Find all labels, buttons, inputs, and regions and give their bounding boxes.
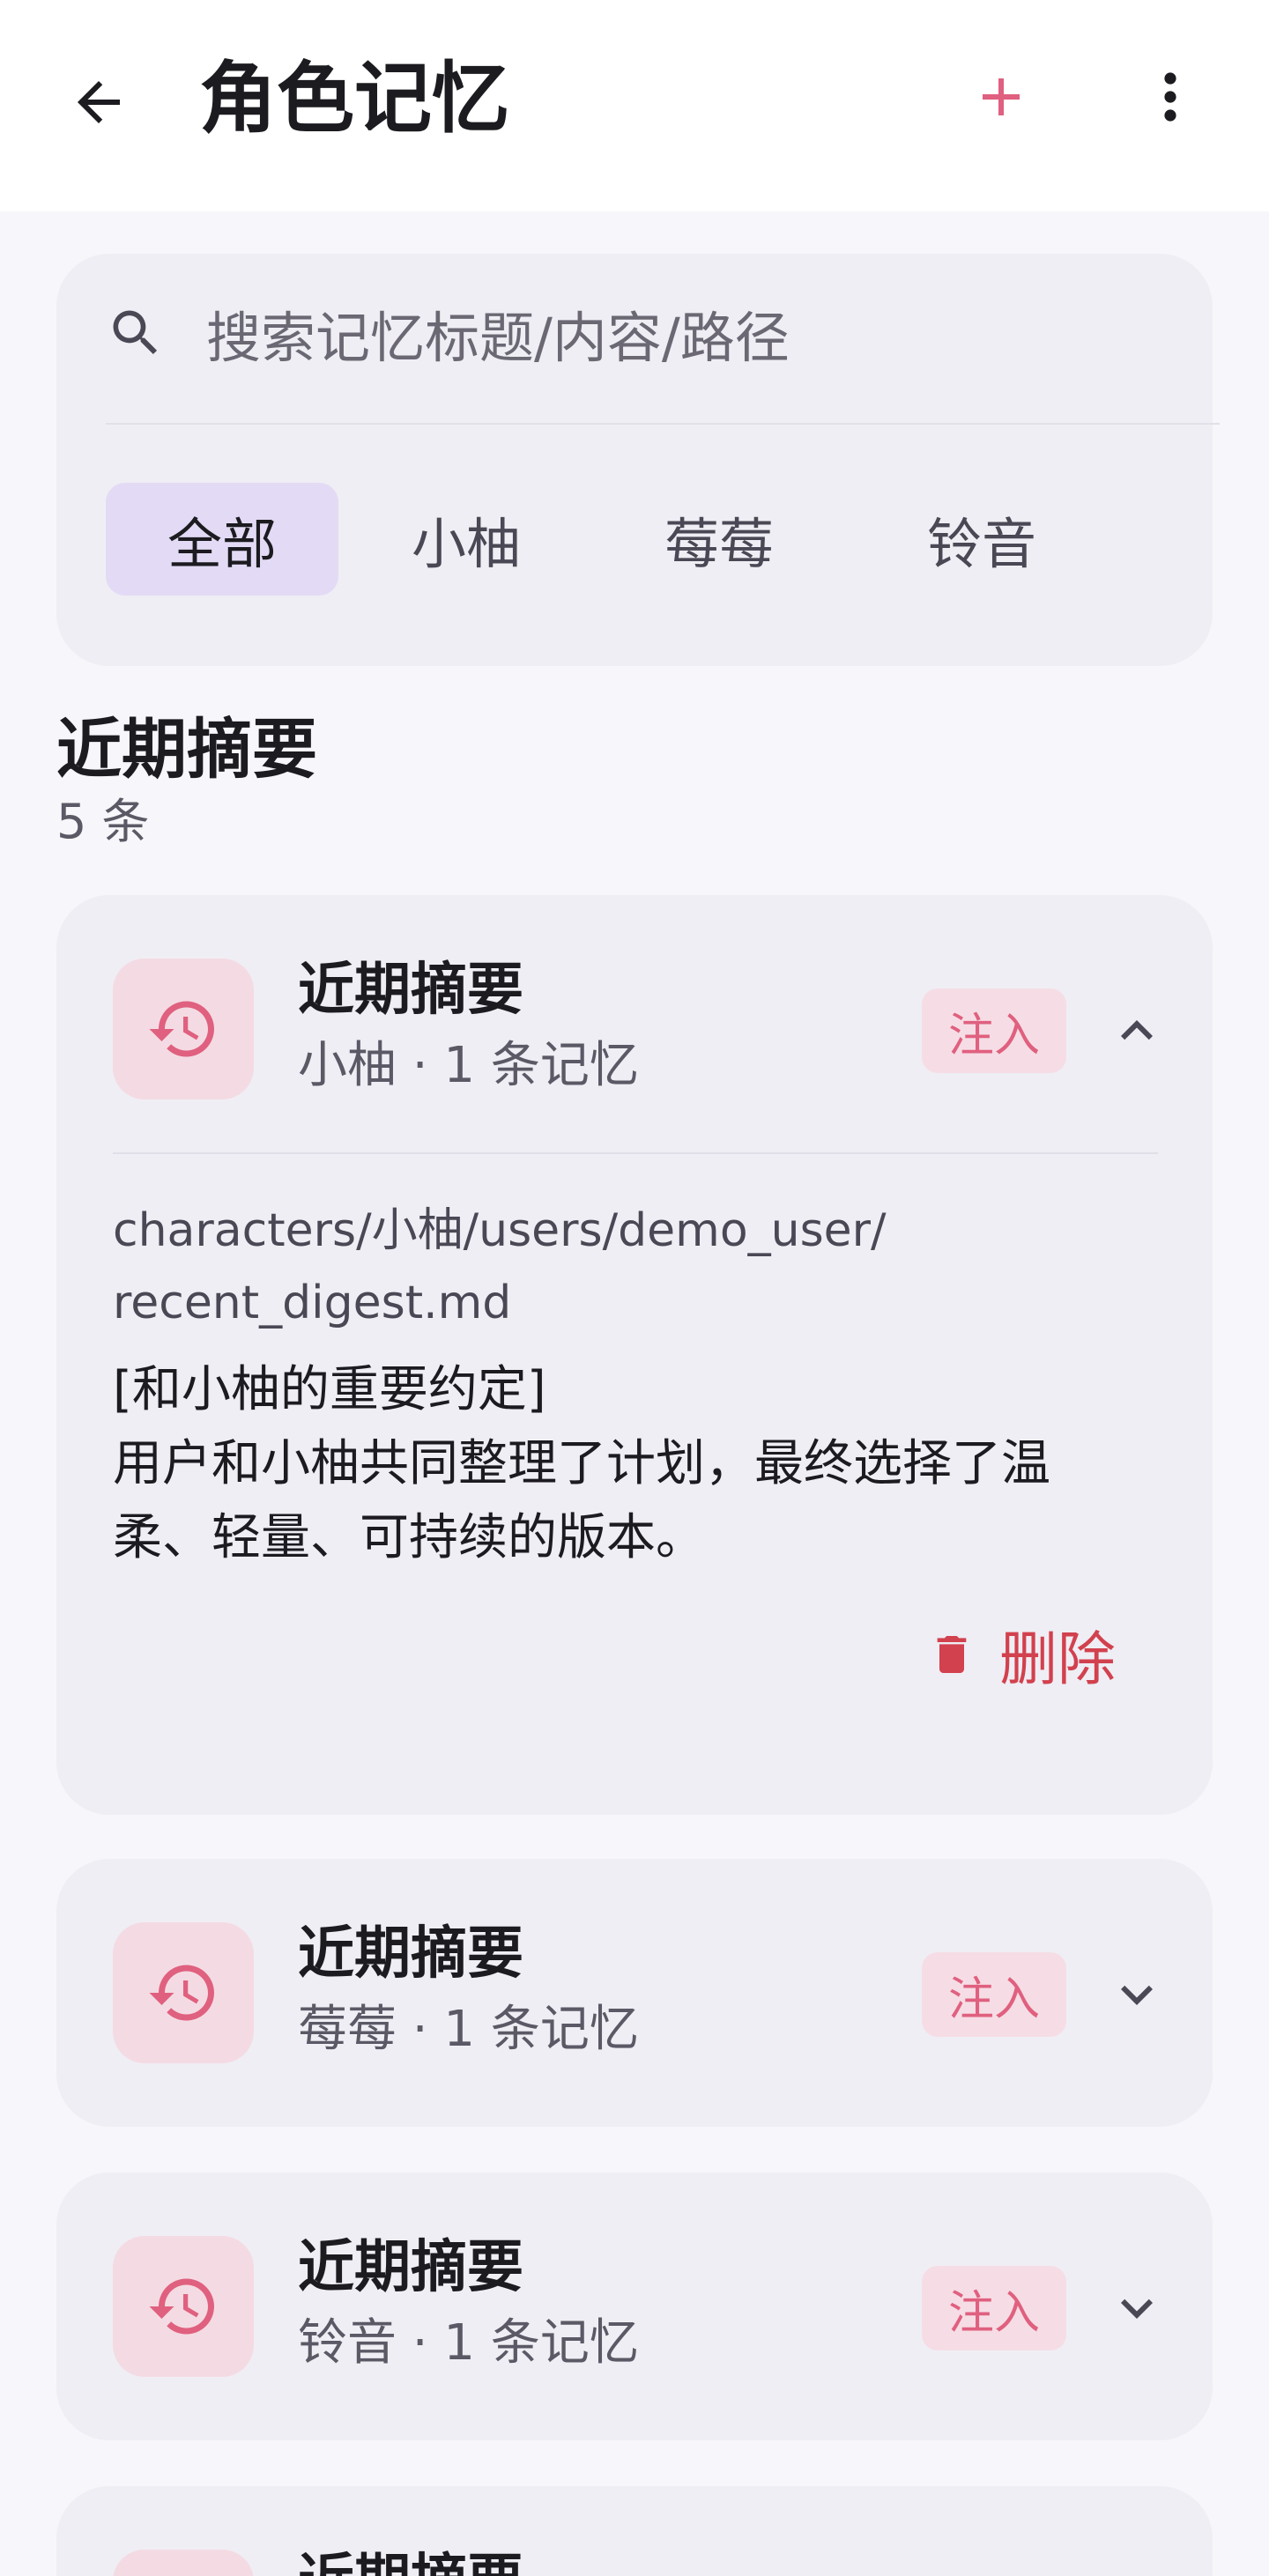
filter-chip-xiaoyou[interactable]: 小柚 — [374, 483, 559, 596]
delete-button[interactable]: 删除 — [927, 1610, 1116, 1699]
chevron-up-icon — [1121, 1020, 1153, 1040]
memory-title: 近期摘要 — [298, 2544, 523, 2576]
memory-subtitle: 莓莓 · 1 条记忆 — [298, 2001, 639, 2058]
memory-title: 近期摘要 — [298, 1921, 523, 1987]
expand-button[interactable] — [1105, 2276, 1169, 2340]
plus-icon — [983, 78, 1020, 115]
memory-title: 近期摘要 — [298, 958, 523, 1023]
memory-content-line: 柔、轻量、可持续的版本。 — [113, 1509, 705, 1566]
filter-chip-lingyin[interactable]: 铃音 — [876, 483, 1087, 596]
collapse-button[interactable] — [1105, 999, 1169, 1062]
trash-icon — [927, 1630, 976, 1679]
delete-label: 删除 — [999, 1625, 1116, 1693]
inject-badge[interactable]: 注入 — [922, 988, 1066, 1073]
section-title: 近期摘要 — [56, 712, 317, 788]
memory-subtitle: 小柚 · 1 条记忆 — [298, 1037, 639, 1094]
page-title: 角色记忆 — [199, 53, 510, 144]
memory-card[interactable]: 近期摘要 莓莓 · 1 条记忆 注入 — [56, 1859, 1213, 2127]
filter-chip-meimei[interactable]: 莓莓 — [613, 483, 825, 596]
more-options-button[interactable] — [1135, 62, 1206, 132]
memory-subtitle: 铃音 · 1 条记忆 — [298, 2314, 639, 2372]
inject-badge[interactable]: 注入 — [922, 2266, 1066, 2350]
add-button[interactable] — [966, 62, 1036, 132]
divider — [113, 1152, 1158, 1154]
search-filter-card: 搜索记忆标题/内容/路径 全部 小柚 莓莓 铃音 — [56, 254, 1220, 666]
history-icon — [149, 1001, 214, 1057]
chevron-down-icon — [1121, 1985, 1153, 2005]
memory-card[interactable]: 近期摘要 小柚 · 1 条记忆 注入 characters/小柚/users/d… — [56, 895, 1213, 1815]
memory-content-line: [和小柚的重要约定] — [113, 1361, 546, 1418]
arrow-back-icon — [78, 81, 120, 123]
more-vert-icon — [1164, 72, 1176, 122]
history-icon — [149, 2278, 214, 2335]
memory-path: characters/小柚/users/demo_user/ recent_di… — [113, 1195, 1153, 1339]
search-placeholder: 搜索记忆标题/内容/路径 — [206, 306, 790, 370]
divider — [106, 423, 1220, 425]
expand-button[interactable] — [1105, 1963, 1169, 2026]
back-button[interactable] — [63, 67, 134, 137]
memory-path-line: characters/小柚/users/demo_user/ — [113, 1204, 887, 1257]
search-icon — [106, 303, 166, 363]
filter-chips: 全部 小柚 莓莓 铃音 — [106, 483, 1198, 596]
memory-content: [和小柚的重要约定] 用户和小柚共同整理了计划，最终选择了温 柔、轻量、可持续的… — [113, 1353, 1170, 1575]
history-icon — [149, 1965, 214, 2021]
memory-avatar — [113, 959, 254, 1099]
memory-avatar — [113, 2236, 254, 2377]
app-bar: 角色记忆 — [0, 0, 1269, 211]
search-input[interactable]: 搜索记忆标题/内容/路径 — [106, 289, 1163, 377]
memory-path-line: recent_digest.md — [113, 1277, 512, 1329]
filter-chip-all[interactable]: 全部 — [106, 483, 338, 596]
memory-card[interactable]: 近期摘要 — [56, 2486, 1213, 2576]
chevron-down-icon — [1121, 2298, 1153, 2319]
inject-badge[interactable]: 注入 — [922, 1952, 1066, 2037]
memory-avatar — [113, 1922, 254, 2063]
section-count: 5 条 — [56, 794, 150, 849]
memory-card[interactable]: 近期摘要 铃音 · 1 条记忆 注入 — [56, 2173, 1213, 2440]
memory-title: 近期摘要 — [298, 2235, 523, 2300]
memory-avatar — [113, 2550, 254, 2576]
memory-content-line: 用户和小柚共同整理了计划，最终选择了温 — [113, 1435, 1050, 1492]
